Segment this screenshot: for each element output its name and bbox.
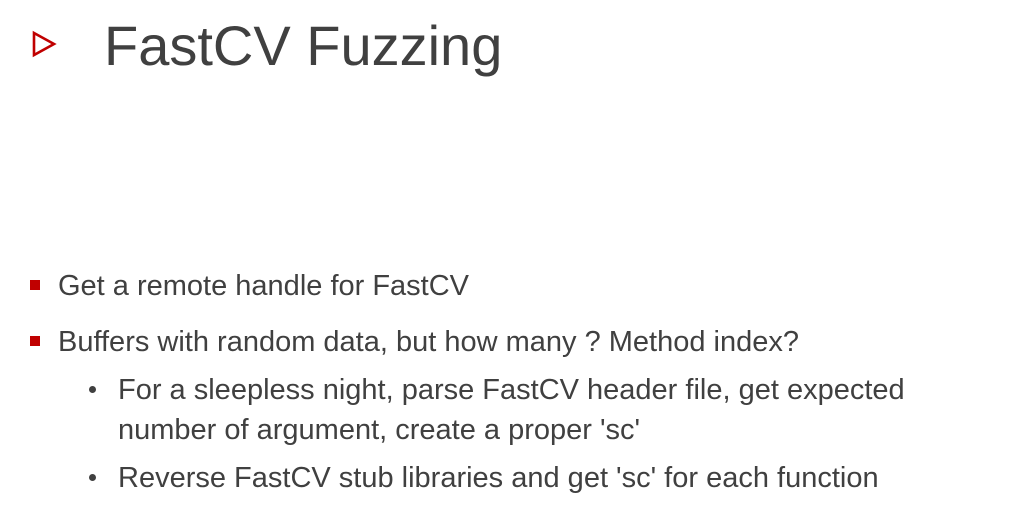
sub-bullet-item: Reverse FastCV stub libraries and get 's…: [89, 458, 879, 498]
square-bullet-icon: [30, 280, 40, 290]
square-bullet-icon: [30, 336, 40, 346]
dot-bullet-icon: [89, 386, 96, 393]
bullet-text: Get a remote handle for FastCV: [58, 270, 470, 302]
triangle-right-outline-icon: [32, 30, 57, 58]
slide-title: FastCV Fuzzing: [104, 14, 503, 77]
bullet-text: Buffers with random data, but how many ?…: [58, 326, 800, 358]
bullet-item: Get a remote handle for FastCV: [30, 268, 470, 304]
dot-bullet-icon: [89, 474, 96, 481]
bullet-item: Buffers with random data, but how many ?…: [30, 324, 800, 360]
slide: FastCV Fuzzing Get a remote handle for F…: [0, 0, 1026, 519]
sub-bullet-line: For a sleepless night, parse FastCV head…: [118, 374, 905, 406]
sub-bullet-line: Reverse FastCV stub libraries and get 's…: [118, 462, 879, 494]
sub-bullet-line: number of argument, create a proper 'sc': [118, 414, 641, 446]
sub-bullet-item: For a sleepless night, parse FastCV head…: [89, 370, 905, 450]
